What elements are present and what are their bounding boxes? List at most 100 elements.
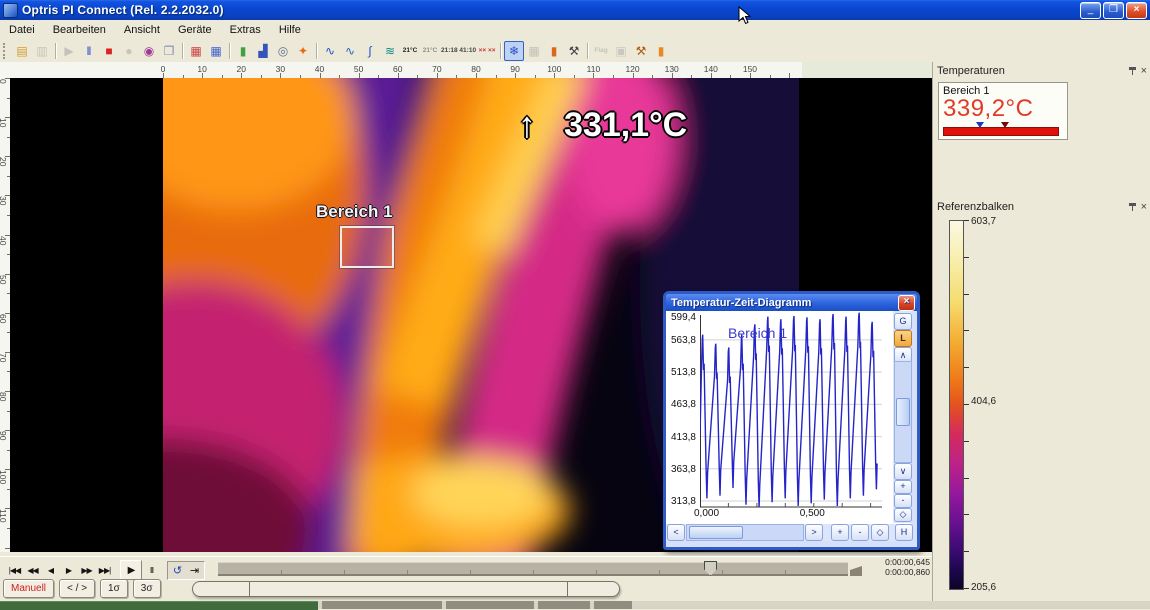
delete-areas-icon[interactable]: ×× ×× bbox=[477, 41, 497, 61]
scroll-right-button[interactable]: > bbox=[805, 524, 823, 541]
zoom-out-x-button[interactable]: - bbox=[851, 524, 869, 541]
video-camera-icon[interactable]: ◎ bbox=[273, 41, 293, 61]
status-strip bbox=[0, 601, 1150, 609]
palette-plus-icon[interactable]: ▮ bbox=[544, 41, 564, 61]
line-low-chart-icon[interactable]: ∿ bbox=[340, 41, 360, 61]
scroll-left-button[interactable]: < bbox=[667, 524, 685, 541]
diagram-window[interactable]: Temperatur-Zeit-Diagramm × 599,4563,8513… bbox=[663, 291, 920, 550]
y-axis-label: 413,8 bbox=[666, 432, 696, 443]
loop-button[interactable]: ↺ bbox=[169, 562, 186, 578]
panel-close-icon[interactable]: × bbox=[1141, 201, 1147, 213]
menu-item-hilfe[interactable]: Hilfe bbox=[270, 21, 310, 39]
range-slider[interactable] bbox=[192, 581, 620, 597]
sigma1-button[interactable]: 1σ bbox=[100, 579, 128, 598]
zoom-in-x-button[interactable]: + bbox=[831, 524, 849, 541]
hold-button[interactable]: H bbox=[895, 524, 913, 541]
rewind-button[interactable]: ◀◀ bbox=[24, 562, 41, 578]
pause-button[interactable]: ‖ bbox=[143, 562, 160, 578]
panel-close-icon[interactable]: × bbox=[1141, 65, 1147, 77]
spot-temp-cursor-icon[interactable]: 21°C bbox=[420, 41, 440, 61]
copy-icon[interactable]: ❒ bbox=[159, 41, 179, 61]
timeline-thumb[interactable] bbox=[704, 561, 717, 576]
spot-temperature-readout: ↑ 331,1°C bbox=[518, 104, 687, 146]
vertical-scrollbar[interactable] bbox=[894, 361, 912, 463]
ruler-label: 80 bbox=[0, 392, 8, 401]
device-icon[interactable]: ▦ bbox=[524, 41, 544, 61]
sigma3-button[interactable]: 3σ bbox=[133, 579, 161, 598]
device2-icon[interactable]: ▣ bbox=[611, 41, 631, 61]
reference-color-bar[interactable] bbox=[949, 220, 964, 590]
close-button[interactable]: × bbox=[1126, 2, 1147, 19]
local-scale-button[interactable]: L bbox=[894, 330, 912, 347]
step-forward-button[interactable]: ▶ bbox=[60, 562, 77, 578]
play-button[interactable]: ▶ bbox=[120, 560, 142, 580]
temperature-time-chart[interactable] bbox=[700, 311, 882, 515]
open-file-icon[interactable]: ▤ bbox=[12, 41, 32, 61]
step-back-button[interactable]: ◀ bbox=[42, 562, 59, 578]
skip-start-button[interactable]: |◀◀ bbox=[6, 562, 23, 578]
spot-arrow-icon: ↑ bbox=[518, 104, 536, 146]
spot-temp-icon[interactable]: 21°C bbox=[400, 41, 420, 61]
palette-file-alt-icon[interactable]: ▦ bbox=[206, 41, 226, 61]
palette-file-icon[interactable]: ▦ bbox=[186, 41, 206, 61]
fast-forward-button[interactable]: ▶▶ bbox=[78, 562, 95, 578]
diagram-title-bar[interactable]: Temperatur-Zeit-Diagramm × bbox=[666, 294, 917, 311]
range-button[interactable]: < / > bbox=[59, 579, 95, 598]
vertical-scroll-thumb[interactable] bbox=[896, 398, 910, 426]
skip-end-button[interactable]: ▶▶| bbox=[96, 562, 113, 578]
menu-item-extras[interactable]: Extras bbox=[221, 21, 270, 39]
scroll-down-button[interactable]: ∨ bbox=[894, 463, 912, 480]
zoom-out-y-button[interactable]: - bbox=[894, 494, 912, 508]
fit-x-button[interactable]: ◇ bbox=[871, 524, 889, 541]
menu-item-geräte[interactable]: Geräte bbox=[169, 21, 221, 39]
tools-color-icon[interactable]: ⚒ bbox=[631, 41, 651, 61]
pin-icon[interactable] bbox=[1129, 203, 1136, 212]
snapshot-icon[interactable]: ◉ bbox=[139, 41, 159, 61]
hotspot-icon[interactable]: ✦ bbox=[293, 41, 313, 61]
fit-y-button[interactable]: ◇ bbox=[894, 508, 912, 522]
play-icon[interactable]: ▶ bbox=[59, 41, 79, 61]
stop-icon[interactable]: ■ bbox=[99, 41, 119, 61]
menu-item-datei[interactable]: Datei bbox=[0, 21, 44, 39]
diagram-close-button[interactable]: × bbox=[898, 295, 915, 311]
colorbar-icon[interactable]: ▮ bbox=[233, 41, 253, 61]
horizontal-scrollbar[interactable] bbox=[686, 524, 804, 541]
integral-chart-icon[interactable]: ∫ bbox=[360, 41, 380, 61]
minimize-button[interactable]: _ bbox=[1080, 2, 1101, 19]
pin-icon[interactable] bbox=[1129, 67, 1136, 76]
manuell-button[interactable]: Manuell bbox=[3, 579, 54, 598]
title-bar[interactable]: Optris PI Connect (Rel. 2.2.2032.0) _ ❒ … bbox=[0, 0, 1150, 20]
thermal-image-canvas[interactable]: ↑ 331,1°C Bereich 1 Temperatur-Zeit-Diag… bbox=[10, 78, 932, 552]
restore-button[interactable]: ❒ bbox=[1103, 2, 1124, 19]
window-title: Optris PI Connect (Rel. 2.2.2032.0) bbox=[22, 3, 224, 17]
ruler-label: 60 bbox=[0, 314, 8, 323]
menu-item-bearbeiten[interactable]: Bearbeiten bbox=[44, 21, 115, 39]
horizontal-scroll-thumb[interactable] bbox=[689, 526, 743, 539]
exit-icon[interactable]: ▮ bbox=[651, 41, 671, 61]
y-axis-label: 363,8 bbox=[666, 464, 696, 475]
zoom-in-y-button[interactable]: + bbox=[894, 480, 912, 494]
diagram-title: Temperatur-Zeit-Diagramm bbox=[671, 297, 811, 309]
chart-legend: Bereich 1 bbox=[728, 325, 787, 341]
ruler-label: 0 bbox=[161, 64, 166, 74]
histogram-icon[interactable]: ▟ bbox=[253, 41, 273, 61]
scale-tick bbox=[964, 588, 969, 589]
profile-chart-icon[interactable]: ∿ bbox=[320, 41, 340, 61]
config-tools-icon[interactable]: ⚒ bbox=[564, 41, 584, 61]
multi-curve-icon[interactable]: ≋ bbox=[380, 41, 400, 61]
temp-table-icon[interactable]: 21:18 41:10 bbox=[440, 41, 477, 61]
flag-icon[interactable]: ❄ bbox=[504, 41, 524, 61]
measure-area-box[interactable] bbox=[340, 226, 394, 268]
global-scale-button[interactable]: G bbox=[894, 313, 912, 330]
ruler-label: 150 bbox=[743, 64, 757, 74]
record-icon[interactable]: ● bbox=[119, 41, 139, 61]
flag-text-icon[interactable]: Flag bbox=[591, 41, 611, 61]
menu-item-ansicht[interactable]: Ansicht bbox=[115, 21, 169, 39]
y-axis-label: 563,8 bbox=[666, 335, 696, 346]
snap-button[interactable]: ⇥ bbox=[186, 562, 203, 578]
pause-icon[interactable]: ‖ bbox=[79, 41, 99, 61]
scale-tick bbox=[964, 551, 969, 552]
timeline-track[interactable] bbox=[218, 562, 848, 576]
save-icon[interactable]: ▥ bbox=[32, 41, 52, 61]
reference-scale: 603,7 404,6 205,6 bbox=[933, 216, 1150, 596]
